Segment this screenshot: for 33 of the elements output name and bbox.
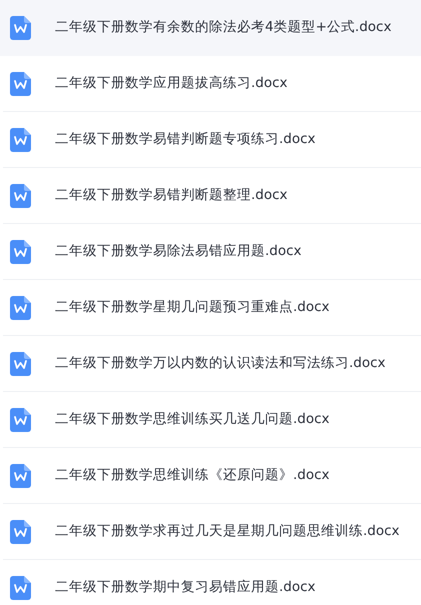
word-document-icon [10,184,31,208]
file-name: 二年级下册数学思维训练买几送几问题.docx [55,410,330,430]
file-name: 二年级下册数学万以内数的认识读法和写法练习.docx [55,354,386,374]
word-document-icon [10,128,31,152]
file-row[interactable]: 二年级下册数学应用题拔高练习.docx [3,56,421,112]
word-document-icon [10,576,31,600]
file-row[interactable]: 二年级下册数学思维训练《还原问题》.docx [3,448,421,504]
file-name: 二年级下册数学有余数的除法必考4类题型+公式.docx [55,18,392,38]
file-row[interactable]: 二年级下册数学求再过几天是星期几问题思维训练.docx [3,504,421,560]
file-row[interactable]: 二年级下册数学易错判断题专项练习.docx [3,112,421,168]
word-document-icon [10,240,31,264]
file-name: 二年级下册数学应用题拔高练习.docx [55,74,288,94]
file-row[interactable]: 二年级下册数学易除法易错应用题.docx [3,224,421,280]
file-row[interactable]: 二年级下册数学期中复习易错应用题.docx [3,560,421,605]
word-document-icon [10,16,31,40]
file-name: 二年级下册数学易错判断题整理.docx [55,186,288,206]
word-document-icon [10,408,31,432]
word-document-icon [10,296,31,320]
file-row[interactable]: 二年级下册数学思维训练买几送几问题.docx [3,392,421,448]
file-name: 二年级下册数学求再过几天是星期几问题思维训练.docx [55,522,400,542]
word-document-icon [10,464,31,488]
word-document-icon [10,520,31,544]
file-name: 二年级下册数学星期几问题预习重难点.docx [55,298,330,318]
file-row[interactable]: 二年级下册数学易错判断题整理.docx [3,168,421,224]
file-row[interactable]: 二年级下册数学星期几问题预习重难点.docx [3,280,421,336]
file-name: 二年级下册数学期中复习易错应用题.docx [55,578,316,598]
file-name: 二年级下册数学易除法易错应用题.docx [55,242,302,262]
file-row[interactable]: 二年级下册数学万以内数的认识读法和写法练习.docx [3,336,421,392]
word-document-icon [10,352,31,376]
file-row[interactable]: 二年级下册数学有余数的除法必考4类题型+公式.docx [0,0,421,56]
file-name: 二年级下册数学思维训练《还原问题》.docx [55,466,330,486]
file-name: 二年级下册数学易错判断题专项练习.docx [55,130,316,150]
word-document-icon [10,72,31,96]
